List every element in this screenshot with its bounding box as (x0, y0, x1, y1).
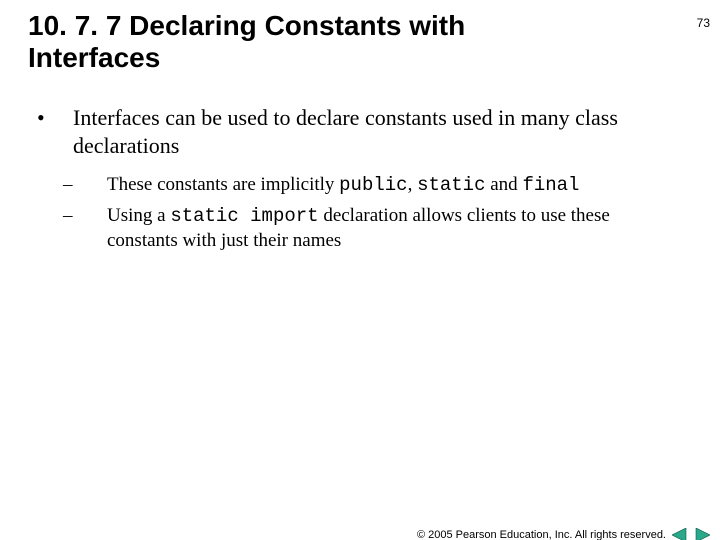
sub-bullet: –Using a static import declaration allow… (85, 204, 680, 254)
bullet-marker: • (55, 104, 73, 132)
dash-marker: – (85, 173, 107, 197)
prev-slide-icon[interactable] (672, 528, 688, 540)
code-keyword: public (339, 174, 407, 196)
sub-text: , (408, 174, 418, 195)
main-bullet-text: Interfaces can be used to declare consta… (73, 105, 618, 158)
page-number: 73 (697, 16, 710, 30)
code-keyword: final (522, 174, 579, 196)
sub-bullet-list: –These constants are implicitly public, … (85, 173, 680, 253)
slide-title: 10. 7. 7 Declaring Constants with Interf… (28, 10, 478, 74)
next-slide-icon[interactable] (694, 528, 710, 540)
sub-text: and (486, 174, 523, 195)
sub-text: Using a (107, 205, 170, 226)
code-keyword: static import (170, 205, 318, 227)
dash-marker: – (85, 204, 107, 228)
code-keyword: static (417, 174, 485, 196)
slide-content: •Interfaces can be used to declare const… (55, 104, 680, 253)
sub-text: These constants are implicitly (107, 174, 339, 195)
copyright-text: © 2005 Pearson Education, Inc. All right… (417, 529, 666, 540)
footer: © 2005 Pearson Education, Inc. All right… (417, 528, 710, 540)
main-bullet: •Interfaces can be used to declare const… (55, 104, 680, 159)
sub-bullet: –These constants are implicitly public, … (85, 173, 680, 198)
